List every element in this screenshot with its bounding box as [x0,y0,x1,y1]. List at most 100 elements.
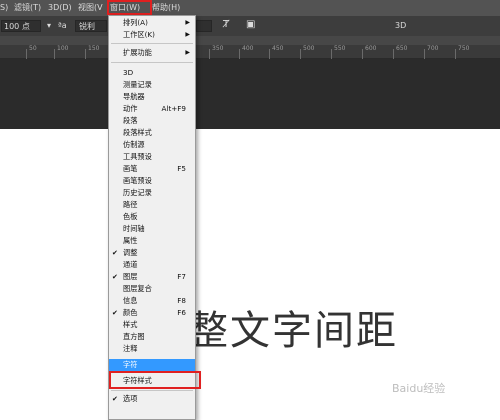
ruler-tick-label: 500 [303,45,315,52]
ruler-tick [331,49,332,59]
menu-item-label: 色板 [123,212,138,221]
menu-item-label: 动作 [123,104,138,113]
menu-item-paragraph-styles[interactable]: 段落样式 [109,127,195,139]
menu-item-history[interactable]: 历史记录 [109,187,195,199]
menu-item-label: 扩展功能 [123,48,152,57]
menu-item-properties[interactable]: 属性 [109,235,195,247]
menu-item-channels[interactable]: 通道 [109,259,195,271]
menu-item-arrange[interactable]: 排列(A) ▶ [109,17,195,29]
menu-item-label: 注释 [123,344,138,353]
menu-item-label: 样式 [123,320,138,329]
menu-item-label: 3D [123,68,134,77]
menu-item-info[interactable]: 信息 F8 [109,295,195,307]
ruler-tick-label: 100 [57,45,69,52]
menu-item-label: 选项 [123,394,138,403]
ruler-tick-label: 50 [29,45,37,52]
character-item-annotation [109,371,201,389]
ruler-tick [26,49,27,59]
menu-item-character[interactable]: 字符 [109,359,195,371]
checkmark-icon: ✔ [112,273,118,281]
menu-item-layers[interactable]: ✔ 图层 F7 [109,271,195,283]
anti-alias-icon: ªa [58,21,67,30]
ruler-tick [269,49,270,59]
menu-item-paragraph[interactable]: 段落 [109,115,195,127]
menu-item-measurement-log[interactable]: 测量记录 [109,79,195,91]
menubar: S) 滤镜(T) 3D(D) 视图(V 窗口(W) 帮助(H) [0,0,500,16]
ruler-tick [209,49,210,59]
menu-item-clone-source[interactable]: 仿制源 [109,139,195,151]
menu-item-label: 仿制源 [123,140,145,149]
menu-item-label: 画笔预设 [123,176,152,185]
menu-item-label: 历史记录 [123,188,152,197]
menu-item-extensions[interactable]: 扩展功能 ▶ [109,47,195,59]
text-color-swatch[interactable] [196,20,212,32]
submenu-arrow-icon: ▶ [185,49,190,56]
menu-item-tool-presets[interactable]: 工具预设 [109,151,195,163]
menu-item-notes[interactable]: 注释 [109,343,195,355]
ruler-tick-label: 150 [88,45,100,52]
workspace-background [0,59,500,129]
font-size-field[interactable]: 100 点 [1,20,41,32]
menu-separator [111,43,193,44]
menu-item-label: 颜色 [123,308,138,317]
menu-item-brush[interactable]: 画笔 F5 [109,163,195,175]
menu-item-label: 通道 [123,260,138,269]
ruler-tick [239,49,240,59]
menu-truncated[interactable]: S) [0,0,8,16]
ruler-tick-label: 700 [427,45,439,52]
menu-item-label: 排列(A) [123,18,148,27]
menu-filter[interactable]: 滤镜(T) [14,0,41,16]
ruler-tick-label: 750 [458,45,470,52]
window-menu-dropdown: 排列(A) ▶ 工作区(K) ▶ 扩展功能 ▶ 3D 测量记录 导航器 动作 Alt+F… [108,15,196,420]
ruler-tick-label: 350 [212,45,224,52]
menu-item-label: 路径 [123,200,138,209]
document-canvas[interactable] [0,129,500,420]
canvas-heading-text: 整文字间距 [188,308,398,354]
menu-item-label: 时间轴 [123,224,145,233]
menu-item-shortcut: Alt+F9 [161,104,186,113]
ruler-tick-label: 600 [365,45,377,52]
menu-item-adjustments[interactable]: ✔ 调整 [109,247,195,259]
menu-item-histogram[interactable]: 直方图 [109,331,195,343]
menu-item-timeline[interactable]: 时间轴 [109,223,195,235]
anti-alias-value: 锐利 [79,22,95,31]
menu-item-paths[interactable]: 路径 [109,199,195,211]
ruler-tick [85,49,86,59]
menu-item-brush-presets[interactable]: 画笔预设 [109,175,195,187]
ruler-tick-label: 400 [242,45,254,52]
ruler-tick-label: 650 [396,45,408,52]
menu-item-label: 字符 [123,360,138,369]
menu-item-label: 直方图 [123,332,145,341]
warp-text-icon[interactable]: Ⱦ [223,19,229,31]
menu-item-shortcut: F6 [177,308,186,317]
checkmark-icon: ✔ [112,395,118,403]
menu-item-styles[interactable]: 样式 [109,319,195,331]
menu-item-label: 调整 [123,248,138,257]
menu-item-3d[interactable]: 3D [109,67,195,79]
menu-view[interactable]: 视图(V [78,0,103,16]
checkmark-icon: ✔ [112,309,118,317]
menu-item-layer-comps[interactable]: 图层复合 [109,283,195,295]
font-size-value: 100 点 [4,22,30,31]
menu-item-label: 信息 [123,296,138,305]
anti-alias-select[interactable]: 锐利 [75,20,107,32]
menu-item-actions[interactable]: 动作 Alt+F9 [109,103,195,115]
menu-help[interactable]: 帮助(H) [152,0,180,16]
menu-item-options[interactable]: ✔ 选项 [109,393,195,405]
menu-item-label: 段落 [123,116,138,125]
menu-item-color[interactable]: ✔ 颜色 F6 [109,307,195,319]
ruler-tick [362,49,363,59]
menu-item-shortcut: F7 [177,272,186,281]
menu-item-workspace[interactable]: 工作区(K) ▶ [109,29,195,41]
mode-3d-label[interactable]: 3D [395,20,406,32]
ruler-tick [455,49,456,59]
options-bar: 100 点 ▾ ªa 锐利 Ⱦ ▣ 3D [0,16,500,36]
chevron-down-icon[interactable]: ▾ [47,20,51,32]
menu-item-swatches[interactable]: 色板 [109,211,195,223]
menu-item-label: 图层 [123,272,138,281]
window-menu-annotation [107,0,152,15]
menu-item-label: 导航器 [123,92,145,101]
menu-3d[interactable]: 3D(D) [48,0,72,16]
menu-item-navigator[interactable]: 导航器 [109,91,195,103]
panels-toggle-icon[interactable]: ▣ [246,19,255,31]
